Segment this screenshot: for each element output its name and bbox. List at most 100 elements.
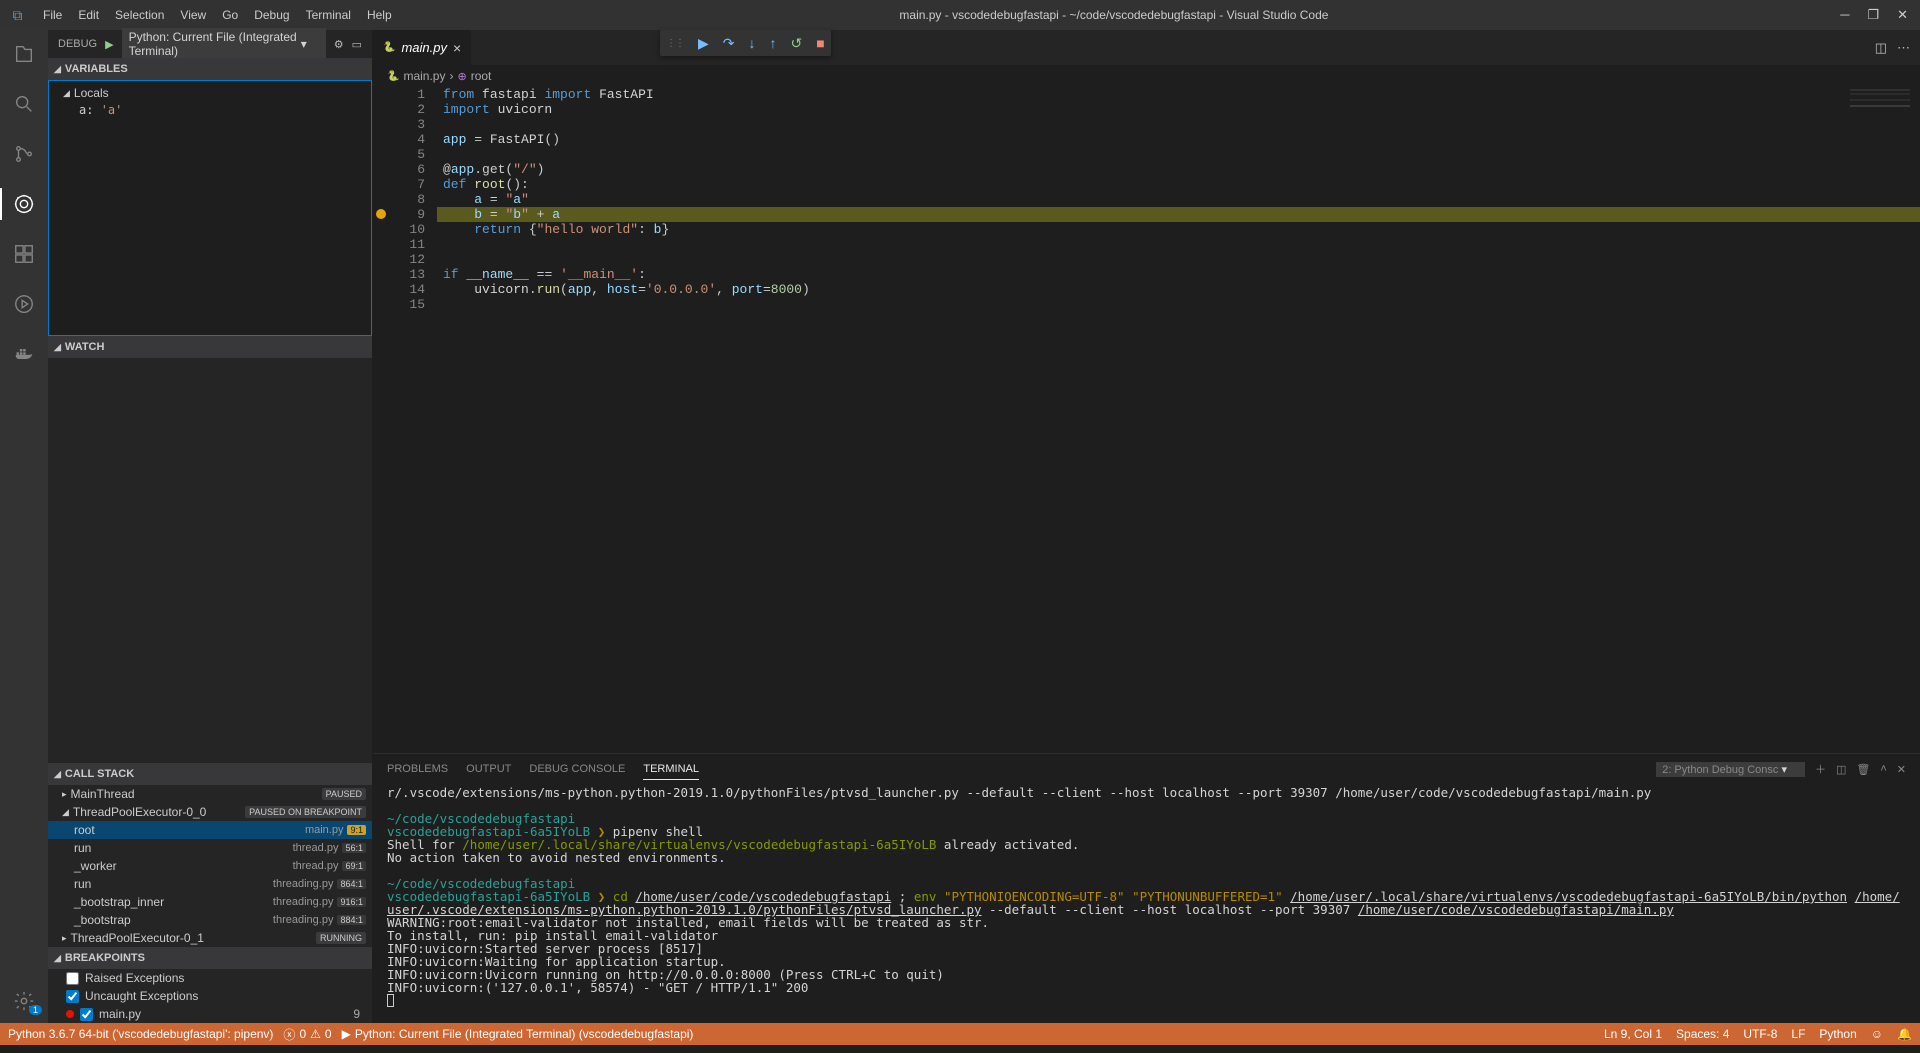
step-out-icon[interactable]: ↑	[770, 35, 777, 51]
menu-view[interactable]: View	[172, 8, 214, 22]
debug-console-icon[interactable]: ▭	[352, 38, 362, 51]
debug-toolbar[interactable]: ⋮⋮ ▶ ↷ ↓ ↑ ↺ ■	[660, 30, 831, 56]
restart-icon[interactable]: ↺	[791, 35, 803, 52]
status-feedback-icon[interactable]: ☺	[1871, 1027, 1883, 1041]
debug-label: DEBUG	[58, 38, 97, 50]
maximize-panel-icon[interactable]: ˄	[1880, 759, 1886, 779]
debug-settings-icon[interactable]: ⚙	[334, 38, 344, 51]
breakpoints-header[interactable]: ◢BREAKPOINTS	[48, 947, 372, 969]
variable-row[interactable]: a: 'a'	[49, 103, 371, 117]
more-icon[interactable]: ⋯	[1897, 40, 1910, 56]
breakpoint-checkbox[interactable]	[66, 990, 79, 1003]
kill-terminal-icon[interactable]: 🗑	[1856, 759, 1870, 780]
panel-tab-output[interactable]: OUTPUT	[466, 759, 511, 779]
breadcrumb-symbol[interactable]: root	[471, 69, 492, 83]
split-terminal-icon[interactable]: ◫	[1836, 759, 1846, 780]
activity-bar: 1	[0, 30, 48, 1023]
minimize-icon[interactable]: ─	[1840, 7, 1849, 23]
callstack-frame[interactable]: runthreading.py864:1	[48, 875, 372, 893]
code-editor[interactable]: 123456789101112131415 from fastapi impor…	[373, 87, 1920, 753]
test-icon[interactable]	[0, 288, 48, 320]
panel-tab-debugconsole[interactable]: DEBUG CONSOLE	[529, 759, 625, 779]
menu-help[interactable]: Help	[359, 8, 400, 22]
callstack-thread[interactable]: ▸ThreadPoolExecutor-0_1RUNNING	[48, 929, 372, 947]
breadcrumb-file[interactable]: main.py	[403, 69, 445, 83]
editor-region: 🐍 main.py × ◫ ⋯ 🐍 main.py › ⊕ root 12345…	[373, 30, 1920, 1023]
extensions-icon[interactable]	[0, 238, 48, 270]
settings-badge: 1	[29, 1005, 42, 1015]
maximize-icon[interactable]: ❐	[1867, 7, 1879, 23]
callstack-thread[interactable]: ▸MainThreadPAUSED	[48, 785, 372, 803]
debug-activity-icon[interactable]	[0, 188, 48, 220]
stop-icon[interactable]: ■	[816, 35, 824, 51]
tab-close-icon[interactable]: ×	[453, 40, 461, 56]
vscode-logo-icon: ⧉	[0, 7, 35, 24]
watch-body	[48, 358, 372, 763]
editor-tab-main[interactable]: 🐍 main.py ×	[373, 30, 471, 65]
locals-scope[interactable]: ◢Locals	[49, 83, 371, 103]
minimap[interactable]	[1850, 89, 1910, 117]
menu-file[interactable]: File	[35, 8, 70, 22]
breadcrumb[interactable]: 🐍 main.py › ⊕ root	[373, 65, 1920, 87]
breakpoint-row[interactable]: Uncaught Exceptions	[48, 987, 372, 1005]
title-bar: ⧉ File Edit Selection View Go Debug Term…	[0, 0, 1920, 30]
start-debug-icon[interactable]: ▶	[105, 38, 113, 51]
terminal-selector[interactable]: 2: Python Debug Consc ▾	[1656, 762, 1805, 777]
split-editor-icon[interactable]: ◫	[1875, 40, 1887, 56]
menu-debug[interactable]: Debug	[246, 8, 297, 22]
breakpoint-row[interactable]: main.py9	[48, 1005, 372, 1023]
status-spaces[interactable]: Spaces: 4	[1676, 1027, 1729, 1041]
callstack-frame[interactable]: rootmain.py9:1	[48, 821, 372, 839]
callstack-frame[interactable]: _bootstrap_innerthreading.py916:1	[48, 893, 372, 911]
docker-icon[interactable]	[0, 338, 48, 370]
window-title: main.py - vscodedebugfastapi - ~/code/vs…	[400, 8, 1829, 22]
debug-config-dropdown[interactable]: Python: Current File (Integrated Termina…	[122, 28, 326, 60]
status-debug-config[interactable]: ▶ Python: Current File (Integrated Termi…	[342, 1027, 694, 1041]
status-python[interactable]: Python 3.6.7 64-bit ('vscodedebugfastapi…	[8, 1027, 273, 1041]
step-into-icon[interactable]: ↓	[749, 35, 756, 51]
source-control-icon[interactable]	[0, 138, 48, 170]
explorer-icon[interactable]	[0, 38, 48, 70]
main-menu: File Edit Selection View Go Debug Termin…	[35, 8, 400, 22]
status-bell-icon[interactable]: 🔔	[1897, 1027, 1912, 1041]
watch-header[interactable]: ◢WATCH	[48, 336, 372, 358]
bottom-panel: PROBLEMS OUTPUT DEBUG CONSOLE TERMINAL 2…	[373, 753, 1920, 1023]
debug-side-panel: DEBUG ▶ Python: Current File (Integrated…	[48, 30, 373, 1023]
breakpoint-checkbox[interactable]	[80, 1008, 93, 1021]
callstack-thread[interactable]: ◢ThreadPoolExecutor-0_0PAUSED ON BREAKPO…	[48, 803, 372, 821]
status-eol[interactable]: LF	[1791, 1027, 1805, 1041]
step-over-icon[interactable]: ↷	[723, 35, 735, 52]
continue-icon[interactable]: ▶	[698, 35, 709, 52]
status-errors[interactable]: ⓧ0 ⚠0	[283, 1026, 331, 1043]
chevron-right-icon: ›	[449, 69, 453, 83]
breakpoint-checkbox[interactable]	[66, 972, 79, 985]
variables-body: ◢Locals a: 'a'	[48, 80, 372, 336]
callstack-header[interactable]: ◢CALL STACK	[48, 763, 372, 785]
search-icon[interactable]	[0, 88, 48, 120]
status-language[interactable]: Python	[1819, 1027, 1856, 1041]
tab-bar: 🐍 main.py × ◫ ⋯	[373, 30, 1920, 65]
new-terminal-icon[interactable]: ＋	[1815, 757, 1826, 781]
callstack-body: ▸MainThreadPAUSED◢ThreadPoolExecutor-0_0…	[48, 785, 372, 947]
menu-edit[interactable]: Edit	[70, 8, 107, 22]
menu-terminal[interactable]: Terminal	[298, 8, 359, 22]
settings-gear-icon[interactable]: 1	[0, 985, 48, 1017]
breakpoint-row[interactable]: Raised Exceptions	[48, 969, 372, 987]
menu-go[interactable]: Go	[214, 8, 246, 22]
callstack-frame[interactable]: runthread.py56:1	[48, 839, 372, 857]
symbol-icon: ⊕	[457, 70, 466, 83]
menu-selection[interactable]: Selection	[107, 8, 172, 22]
panel-tab-terminal[interactable]: TERMINAL	[643, 759, 699, 780]
status-cursor[interactable]: Ln 9, Col 1	[1604, 1027, 1662, 1041]
close-panel-icon[interactable]: ✕	[1897, 759, 1906, 780]
drag-grip-icon[interactable]: ⋮⋮	[666, 38, 684, 49]
breakpoints-body: Raised ExceptionsUncaught Exceptionsmain…	[48, 969, 372, 1023]
terminal-content[interactable]: r/.vscode/extensions/ms-python.python-20…	[373, 784, 1920, 1023]
variables-header[interactable]: ◢VARIABLES	[48, 58, 372, 80]
panel-tab-problems[interactable]: PROBLEMS	[387, 759, 448, 779]
status-encoding[interactable]: UTF-8	[1743, 1027, 1777, 1041]
callstack-frame[interactable]: _workerthread.py69:1	[48, 857, 372, 875]
close-icon[interactable]: ✕	[1897, 7, 1908, 23]
callstack-frame[interactable]: _bootstrapthreading.py884:1	[48, 911, 372, 929]
status-bar: Python 3.6.7 64-bit ('vscodedebugfastapi…	[0, 1023, 1920, 1045]
